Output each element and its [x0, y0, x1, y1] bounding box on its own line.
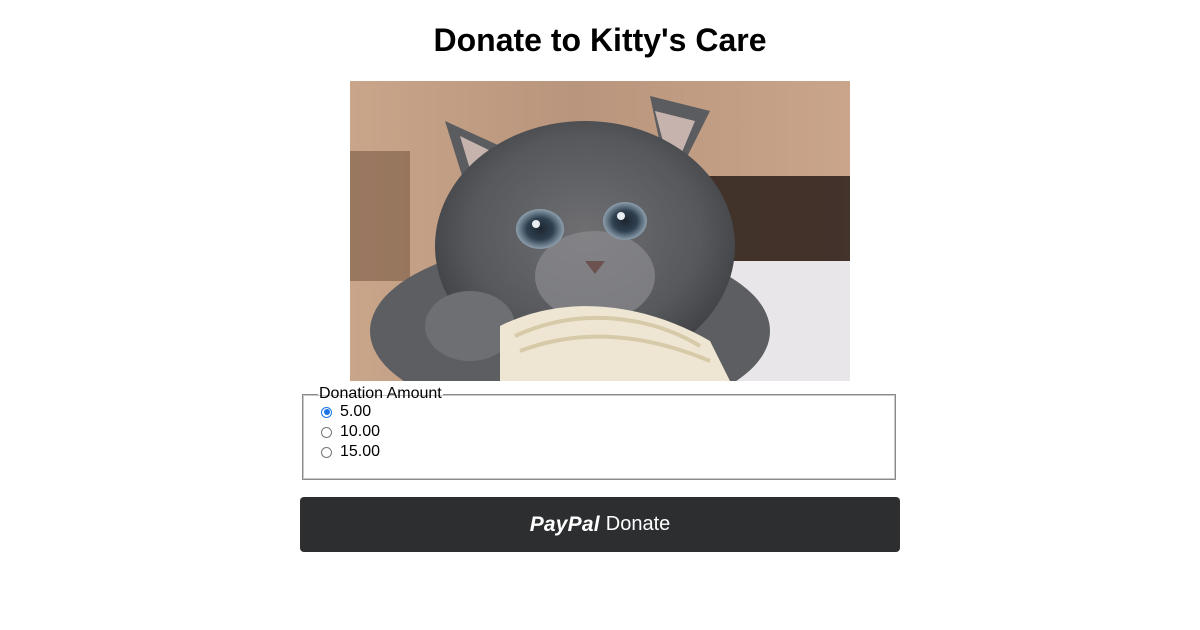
- amount-option-label: 10.00: [340, 423, 381, 440]
- paypal-button-label: Donate: [605, 513, 671, 535]
- kitten-photo: [350, 81, 850, 381]
- donation-page: Donate to Kitty's Care Donation Amount 5…: [0, 0, 1200, 630]
- radio-10[interactable]: [321, 426, 332, 438]
- donation-amount-fieldset: Donation Amount 5.00 10.00 15.00: [302, 386, 896, 480]
- radio-15[interactable]: [321, 446, 332, 458]
- amount-option-10[interactable]: 10.00: [321, 422, 895, 442]
- amount-option-label: 5.00: [340, 403, 372, 420]
- paypal-donate-button[interactable]: PayPal Donate: [300, 497, 900, 552]
- paypal-logo: PayPal: [529, 512, 600, 536]
- amount-option-5[interactable]: 5.00: [321, 402, 895, 422]
- amount-option-15[interactable]: 15.00: [321, 442, 895, 462]
- donation-amount-legend: Donation Amount: [319, 385, 442, 402]
- radio-5-selected[interactable]: [321, 406, 332, 418]
- page-title: Donate to Kitty's Care: [433, 22, 767, 58]
- amount-option-label: 15.00: [340, 443, 381, 460]
